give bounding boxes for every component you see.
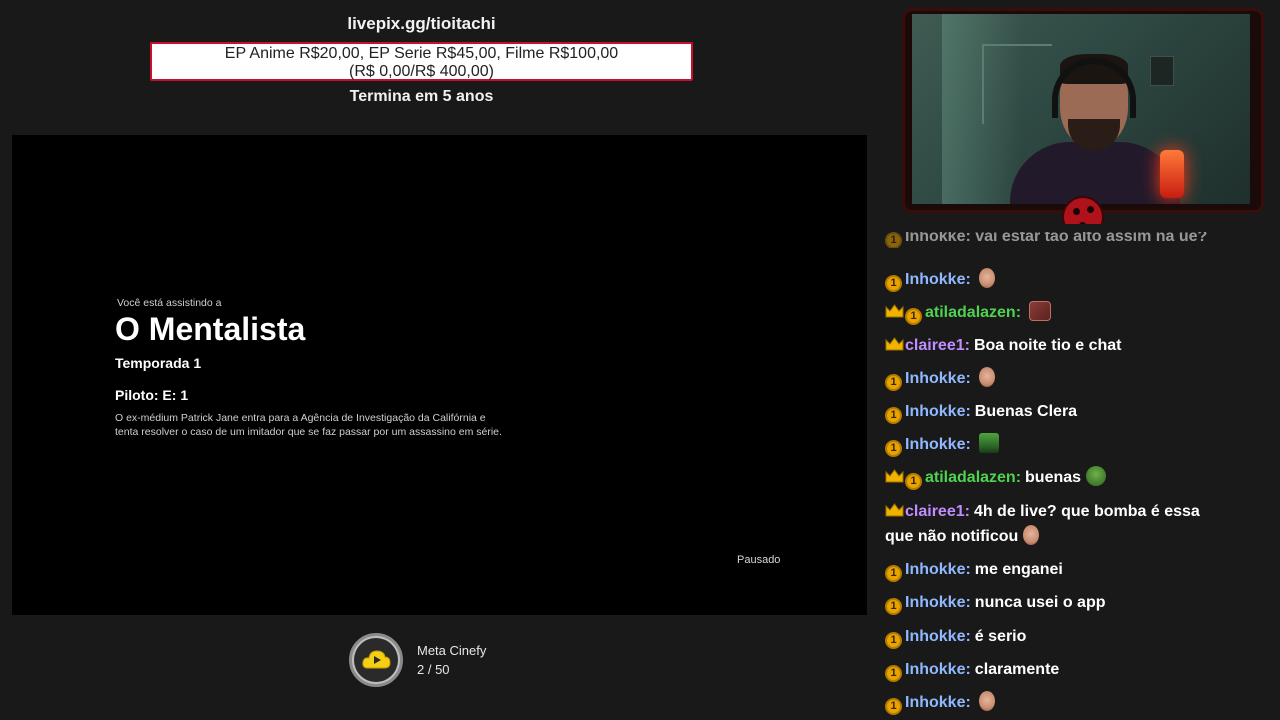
chat-message-text: Buenas Clera (974, 403, 1078, 420)
chat-message: 1 Inhokke: me enganei (885, 557, 1230, 582)
cinefy-logo-icon (349, 633, 403, 687)
goal-url: livepix.gg/tioitachi (347, 14, 496, 33)
subscriber-badge-icon: 1 (885, 407, 902, 424)
chat-message-partial: 1 Inhokke: vai estar tão alto assim na ue… (885, 232, 1230, 248)
chat-username[interactable]: Inhokke: (905, 594, 971, 611)
chat-message: 1 atiladalazen: buenas (885, 465, 1230, 490)
chat-message: 1 Inhokke: nunca usei o app (885, 590, 1230, 615)
chat-username[interactable]: atiladalazen: (925, 469, 1021, 486)
emote-face-icon (979, 691, 996, 711)
subscriber-badge-icon: 1 (885, 440, 902, 457)
season-label: Temporada 1 (115, 355, 202, 371)
subscriber-badge-icon: 1 (905, 473, 922, 490)
chat-username[interactable]: Inhokke: (905, 370, 971, 387)
chat-message: 1 Inhokke: é serio (885, 624, 1230, 649)
chat-username[interactable]: Inhokke: (905, 561, 971, 578)
emote-face-icon (979, 268, 996, 288)
subscriber-badge-icon: 1 (885, 598, 902, 615)
chat-username[interactable]: Inhokke: (905, 403, 971, 420)
goal-progress-box: EP Anime R$20,00, EP Serie R$45,00, Film… (150, 42, 693, 81)
chat-message: 1 Inhokke: (885, 432, 1230, 457)
meta-count: 2 / 50 (417, 662, 450, 677)
subscriber-badge-icon: 1 (885, 665, 902, 682)
chat-username[interactable]: Inhokke: (905, 628, 971, 645)
chat-message: 1 Inhokke: claramente (885, 657, 1230, 682)
chat-message-text: Boa noite tio e chat (973, 337, 1122, 354)
show-title: O Mentalista (115, 311, 306, 347)
chat-message-text: é serio (974, 628, 1027, 645)
chat-message: clairee1: 4h de live? que bomba é essa qu… (885, 499, 1230, 549)
chat-username[interactable]: Inhokke: (905, 694, 971, 711)
watching-label: Você está assistindo a (117, 297, 222, 309)
chat-message-text: me enganei (974, 561, 1063, 578)
emote-pepe-icon (1085, 466, 1106, 486)
emote-face-icon (1022, 525, 1039, 545)
chat-message-text: claramente (974, 661, 1060, 678)
crown-badge-icon (885, 503, 904, 517)
chat-panel[interactable]: 1 Inhokke: vai estar tão alto assim na ue… (874, 224, 1280, 720)
crown-badge-icon (885, 304, 904, 318)
episode-synopsis: O ex-médium Patrick Jane entra para a Ag… (115, 412, 502, 438)
chat-message: 1 Inhokke: (885, 366, 1230, 391)
chat-username[interactable]: Inhokke: (905, 661, 971, 678)
emote-face-icon (979, 367, 996, 387)
crown-badge-icon (885, 469, 904, 483)
goal-prices: EP Anime R$20,00, EP Serie R$45,00, Film… (224, 45, 619, 62)
subscriber-badge-icon: 1 (885, 565, 902, 582)
subscriber-badge-icon: 1 (885, 275, 902, 292)
cinefy-cloud-icon (362, 650, 391, 669)
subscriber-badge-icon: 1 (885, 698, 902, 715)
chat-username[interactable]: Inhokke: (905, 271, 971, 288)
subscriber-badge-icon: 1 (885, 374, 902, 391)
goal-ends-label: Termina em 5 anos (349, 88, 494, 105)
chat-username[interactable]: atiladalazen: (925, 304, 1021, 321)
emote-car-icon (979, 433, 1000, 453)
subscriber-badge-icon: 1 (905, 308, 922, 325)
chat-message: 1 Inhokke: (885, 690, 1230, 715)
meta-label: Meta Cinefy (417, 643, 487, 658)
chat-username[interactable]: clairee1: (905, 337, 970, 354)
video-player[interactable]: Você está assistindo a O Mentalista Temp… (12, 135, 867, 615)
chat-username[interactable]: Inhokke: (905, 436, 971, 453)
subscriber-badge-icon: 1 (885, 632, 902, 649)
chat-message: 1 Inhokke: Buenas Clera (885, 399, 1230, 424)
goal-progress-values: (R$ 0,00/R$ 400,00) (349, 63, 494, 80)
chat-message-text: nunca usei o app (974, 594, 1106, 611)
paused-status: Pausado (737, 554, 781, 566)
webcam-feed (912, 14, 1250, 204)
chat-message-text: buenas (1025, 469, 1082, 486)
emote-pic-icon (1029, 301, 1052, 321)
crown-badge-icon (885, 337, 904, 351)
episode-label: Piloto: E: 1 (115, 387, 189, 403)
chat-username[interactable]: clairee1: (905, 503, 970, 520)
chat-message: 1 atiladalazen: (885, 300, 1230, 325)
chat-message-text: Inhokke: vai estar tão alto assim na ue? (905, 232, 1208, 245)
chat-message: 1 Inhokke: (885, 267, 1230, 292)
subscriber-badge-icon: 1 (885, 232, 902, 248)
chat-message: clairee1: Boa noite tio e chat (885, 333, 1230, 358)
